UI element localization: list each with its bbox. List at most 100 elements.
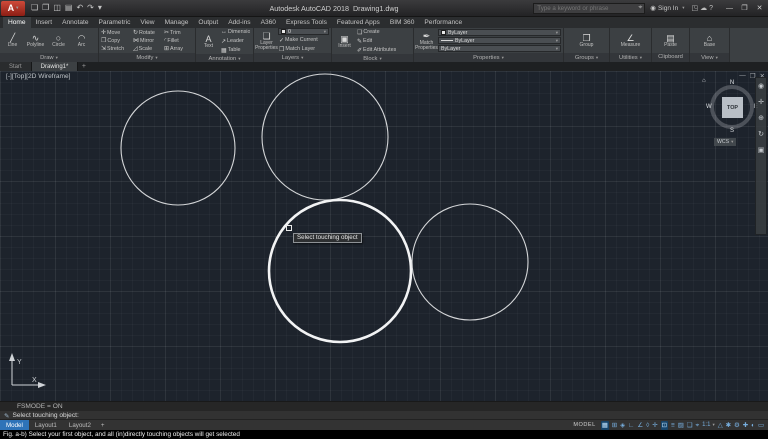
ribbon-tool-edit-attributes[interactable]: ✐Edit Attributes — [356, 46, 411, 54]
ribbon-tool-copy[interactable]: ❐Copy — [100, 37, 132, 45]
showmotion-icon[interactable]: ▣ — [758, 147, 765, 154]
ribbon-tool-make-current[interactable]: ✓Make Current — [278, 36, 329, 44]
restore-button[interactable]: ❐ — [737, 2, 752, 15]
properties-dropdown-2[interactable]: ByLayer — [438, 45, 561, 52]
ribbon-tool-match-layer[interactable]: ❐Match Layer — [278, 45, 329, 53]
layout-tab-layout1[interactable]: Layout1 — [29, 420, 63, 430]
ribbon-panel-label-utilities[interactable]: Utilities — [610, 53, 651, 62]
isometric-drafting-icon[interactable]: ◊ — [646, 421, 649, 430]
search-input[interactable] — [534, 5, 638, 12]
ribbon-tool-leader[interactable]: ↗Leader — [220, 37, 251, 45]
ribbon-tool-dimension[interactable]: ↔Dimension — [220, 28, 251, 36]
viewcube-south[interactable]: S — [730, 128, 734, 134]
ribbon-tool-trim[interactable]: ✂Trim — [163, 29, 195, 37]
menu-tab-bim-360[interactable]: BIM 360 — [385, 17, 420, 28]
ribbon-tool-mirror[interactable]: ⋈Mirror — [132, 37, 163, 45]
clean-screen-icon[interactable]: ▭ — [758, 421, 764, 430]
dynamic-input-icon[interactable]: ⌖ — [695, 421, 699, 430]
ortho-mode-icon[interactable]: ∟ — [628, 421, 634, 430]
workspace-gear-icon[interactable]: ⚙ — [734, 421, 740, 430]
sign-in-button[interactable]: ◉ Sign In — [650, 4, 684, 12]
object-snap-icon[interactable]: ⊡ — [661, 421, 668, 430]
minimize-button[interactable]: — — [722, 2, 737, 15]
ribbon-tool-group[interactable]: ❒Group — [575, 28, 598, 53]
viewport-controls-label[interactable]: [-][Top][2D Wireframe] — [6, 73, 71, 80]
ribbon-tool-arc[interactable]: ◠Arc — [70, 28, 93, 53]
ribbon-panel-label-properties[interactable]: Properties — [414, 53, 563, 62]
document-tab-drawing1[interactable]: Drawing1* — [32, 62, 79, 71]
annotation-monitor-icon[interactable]: ✚ — [743, 421, 748, 430]
redo-icon[interactable]: ↷ — [87, 4, 94, 12]
open-file-icon[interactable]: ❒ — [42, 4, 49, 12]
ribbon-tool-stretch[interactable]: ⇲Stretch — [100, 45, 132, 53]
ribbon-tool-line[interactable]: ╱Line — [1, 28, 24, 53]
annotation-scale-button[interactable]: 1:1 — [702, 422, 715, 428]
application-menu-button[interactable]: A — [1, 1, 25, 16]
menu-tab-express-tools[interactable]: Express Tools — [281, 17, 332, 28]
isolate-objects-icon[interactable]: ◐ — [751, 421, 755, 430]
layer-select-dropdown[interactable]: 0 — [278, 28, 329, 35]
save-icon[interactable]: ◫ — [53, 4, 61, 12]
properties-dropdown-1[interactable]: ByLayer — [438, 37, 561, 44]
new-layout-button[interactable]: + — [97, 420, 109, 430]
layout-tab-layout2[interactable]: Layout2 — [63, 420, 97, 430]
ribbon-tool-match-properties[interactable]: ✒Match Properties — [415, 28, 438, 53]
menu-tab-featured-apps[interactable]: Featured Apps — [332, 17, 385, 28]
ribbon-tool-rotate[interactable]: ↻Rotate — [132, 29, 163, 37]
viewcube-top-face[interactable]: TOP — [722, 97, 743, 118]
menu-tab-view[interactable]: View — [135, 17, 159, 28]
undo-icon[interactable]: ↶ — [76, 4, 83, 12]
menu-tab-manage[interactable]: Manage — [160, 17, 194, 28]
ribbon-panel-label-groups[interactable]: Groups — [564, 53, 609, 62]
ribbon-tool-scale[interactable]: ◿Scale — [132, 45, 163, 53]
viewcube-north[interactable]: N — [730, 80, 734, 86]
lineweight-icon[interactable]: ≡ — [671, 421, 675, 430]
ribbon-panel-label-clipboard[interactable]: Clipboard — [652, 53, 689, 62]
ribbon-tool-create[interactable]: ❑Create — [356, 28, 411, 36]
orbit-icon[interactable]: ↻ — [758, 131, 764, 138]
viewcube-home-icon[interactable]: ⌂ — [702, 78, 706, 84]
snap-mode-icon[interactable]: ⊞ — [612, 421, 617, 430]
ribbon-tool-insert[interactable]: ▣Insert — [333, 29, 356, 54]
ribbon-tool-table[interactable]: ▦Table — [220, 46, 251, 54]
ribbon-tool-fillet[interactable]: ◜Fillet — [163, 37, 195, 45]
object-snap-tracking-icon[interactable]: ✛ — [652, 421, 657, 430]
a360-cloud-icon[interactable]: ☁ — [700, 5, 707, 12]
new-document-tab-button[interactable]: + — [78, 62, 89, 71]
viewcube[interactable]: ⌂ N S W E TOP — [706, 81, 758, 133]
annotation-visibility-icon[interactable]: △ — [718, 421, 723, 430]
menu-tab-add-ins[interactable]: Add-ins — [223, 17, 255, 28]
ribbon-tool-measure[interactable]: ∠Measure — [619, 28, 642, 53]
ribbon-tool-array[interactable]: ⊞Array — [163, 45, 195, 53]
ribbon-tool-edit[interactable]: ✎Edit — [356, 37, 411, 45]
app-store-icon[interactable]: ◳ — [691, 5, 698, 12]
autoscale-icon[interactable]: ✱ — [726, 421, 731, 430]
ribbon-tool-paste[interactable]: ▤Paste — [659, 28, 682, 53]
pan-icon[interactable]: ✛ — [758, 99, 764, 106]
ribbon-panel-label-block[interactable]: Block — [332, 54, 413, 62]
ribbon-tool-polyline[interactable]: ∿Polyline — [24, 28, 47, 53]
search-icon[interactable]: ⌖ — [638, 4, 644, 12]
circle-2[interactable] — [262, 74, 388, 200]
properties-dropdown-0[interactable]: ByLayer — [438, 29, 561, 36]
circle-4[interactable] — [412, 204, 528, 320]
menu-tab-performance[interactable]: Performance — [419, 17, 467, 28]
grid-display-icon[interactable]: ▦ — [601, 421, 609, 430]
layout-tab-model[interactable]: Model — [0, 420, 29, 430]
ribbon-tool-move[interactable]: ✛Move — [100, 29, 132, 37]
model-space-canvas[interactable]: [-][Top][2D Wireframe] —❐✕ ⌂ N S W E TOP… — [0, 71, 768, 401]
circle-1[interactable] — [121, 91, 235, 205]
help-icon[interactable]: ? — [709, 5, 713, 12]
infer-constraints-icon[interactable]: ◈ — [620, 421, 625, 430]
viewport-minimize-icon[interactable]: — — [739, 72, 746, 80]
menu-tab-annotate[interactable]: Annotate — [57, 17, 93, 28]
ribbon-panel-label-layers[interactable]: Layers — [254, 53, 331, 62]
polar-tracking-icon[interactable]: ∠ — [637, 421, 643, 430]
selection-cycling-icon[interactable]: ❏ — [687, 421, 693, 430]
menu-tab-home[interactable]: Home — [3, 17, 31, 28]
menu-tab-a360[interactable]: A360 — [256, 17, 281, 28]
command-line[interactable]: FSMODE = ON ✎ Select touching object: — [0, 401, 768, 419]
document-tab-start[interactable]: Start — [0, 62, 32, 71]
ribbon-tool-circle[interactable]: ○Circle — [47, 28, 70, 53]
ribbon-tool-layer-properties[interactable]: ❏Layer Properties — [255, 28, 278, 53]
